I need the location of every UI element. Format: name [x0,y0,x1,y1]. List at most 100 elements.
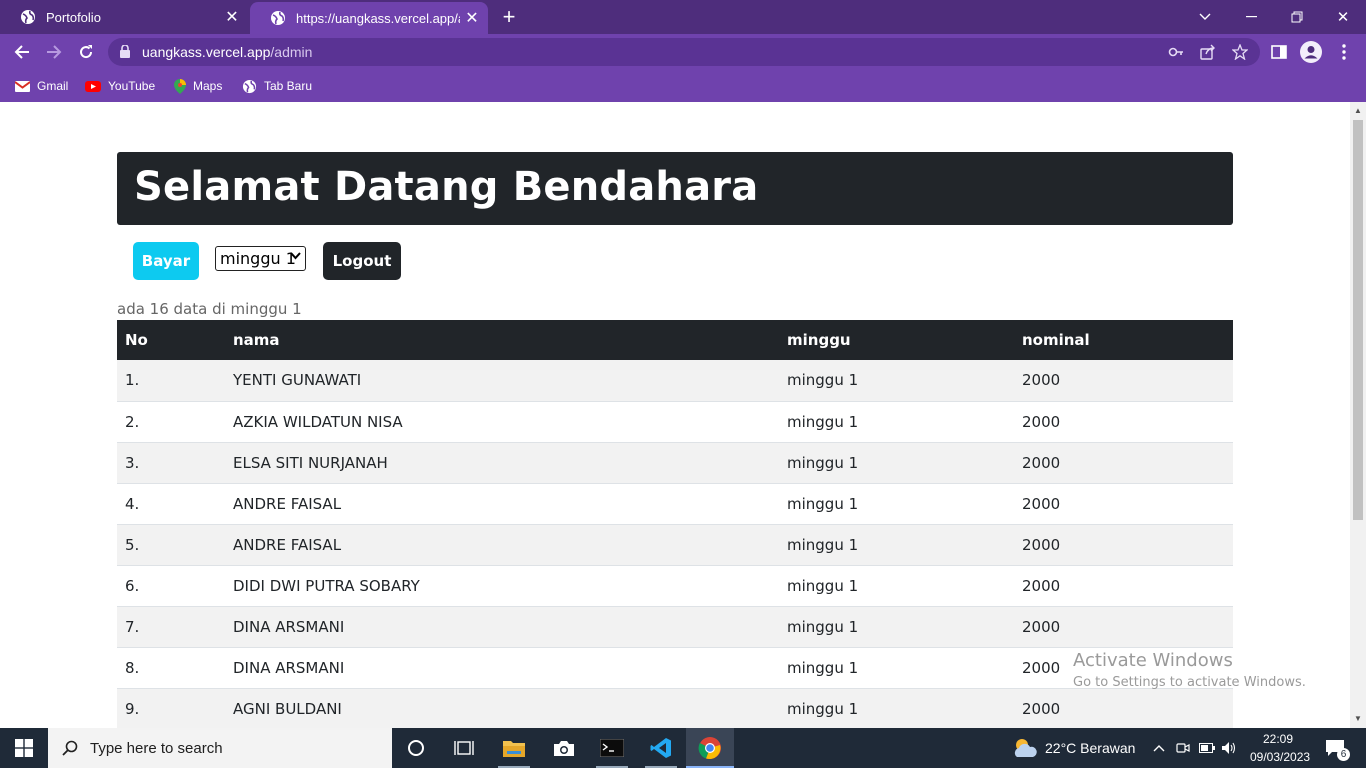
cell-minggu: minggu 1 [779,483,1014,525]
cell-minggu: minggu 1 [779,688,1014,728]
restore-button[interactable] [1274,0,1320,34]
youtube-icon [85,80,101,92]
cell-minggu: minggu 1 [779,565,1014,607]
column-header-nama: nama [225,320,779,360]
table-row: 9. AGNI BULDANI minggu 1 2000 [117,688,1233,728]
address-bar[interactable]: uangkass.vercel.app/admin [108,38,1260,66]
cell-no: 1. [117,360,225,402]
cell-nominal: 2000 [1014,483,1233,525]
logout-button[interactable]: Logout [323,242,401,280]
payments-table: No nama minggu nominal 1. YENTI GUNAWATI m… [117,320,1233,728]
cell-minggu: minggu 1 [779,606,1014,648]
tab-admin[interactable]: https://uangkass.vercel.app/admin ✕ [250,2,488,34]
cell-nominal: 2000 [1014,360,1233,402]
clock-date[interactable]: 09/03/2023 [1250,750,1310,764]
share-icon[interactable] [1200,44,1216,60]
cell-nama: ANDRE FAISAL [225,483,779,525]
scroll-down-arrow-icon[interactable]: ▼ [1354,714,1362,723]
bookmark-label: Gmail [37,79,69,93]
table-header-row: No nama minggu nominal [117,320,1233,360]
back-button[interactable] [7,37,37,67]
cell-nominal: 2000 [1014,401,1233,443]
week-select[interactable]: minggu 1 [215,246,306,271]
tab-strip: Portofolio ✕ https://uangkass.vercel.app… [0,0,1366,34]
cell-no: 6. [117,565,225,607]
battery-icon[interactable] [1198,728,1216,768]
scroll-up-arrow-icon[interactable]: ▲ [1354,106,1362,115]
data-count-text: ada 16 data di minggu 1 [117,300,302,318]
close-tab-icon[interactable]: ✕ [460,6,484,30]
watermark-subtitle: Go to Settings to activate Windows. [1073,675,1306,690]
meet-now-icon[interactable] [1174,728,1192,768]
weather-cloud-icon[interactable] [1010,728,1040,768]
forward-button[interactable] [39,37,69,67]
volume-icon[interactable] [1220,728,1238,768]
bookmark-gmail[interactable]: Gmail [15,76,68,96]
key-icon[interactable] [1168,44,1184,60]
windows-start-icon[interactable] [0,728,48,768]
cell-nama: DINA ARSMANI [225,606,779,648]
task-view-icon[interactable] [440,728,488,768]
minimize-button[interactable] [1228,0,1274,34]
tab-portofolio[interactable]: Portofolio ✕ [0,0,248,34]
table-row: 1. YENTI GUNAWATI minggu 1 2000 [117,360,1233,402]
vscode-icon[interactable] [637,728,685,768]
cortana-icon[interactable] [392,728,440,768]
cell-nominal: 2000 [1014,688,1233,728]
bookmark-maps[interactable]: Maps [174,76,222,96]
page-scrollbar[interactable]: ▲ ▼ [1350,102,1366,728]
url-path: /admin [270,44,313,60]
taskbar-search-input[interactable]: Type here to search [48,728,392,768]
watermark-title: Activate Windows [1073,650,1233,671]
scrollbar-thumb[interactable] [1353,120,1363,520]
column-header-minggu: minggu [779,320,1014,360]
search-placeholder: Type here to search [90,739,223,757]
column-header-no: No [117,320,225,360]
new-tab-button[interactable]: + [496,4,522,29]
cell-no: 5. [117,524,225,566]
bookmark-tab-baru[interactable]: Tab Baru [242,76,312,96]
cell-minggu: minggu 1 [779,360,1014,402]
bookmark-star-icon[interactable] [1232,44,1248,60]
clock-time[interactable]: 22:09 [1263,732,1293,746]
globe-icon [242,79,257,93]
camera-app-icon[interactable] [540,728,588,768]
weather-text[interactable]: 22°C Berawan [1045,740,1135,756]
cell-minggu: minggu 1 [779,524,1014,566]
cell-nama: DINA ARSMANI [225,647,779,689]
table-row: 5. ANDRE FAISAL minggu 1 2000 [117,524,1233,566]
cell-nominal: 2000 [1014,442,1233,484]
cell-nama: DIDI DWI PUTRA SOBARY [225,565,779,607]
cell-no: 8. [117,647,225,689]
bookmark-label: YouTube [108,79,156,93]
bookmark-label: Tab Baru [264,79,313,93]
cell-no: 7. [117,606,225,648]
kebab-menu-icon[interactable] [1332,40,1356,64]
chevron-up-icon[interactable] [1150,728,1168,768]
reload-button[interactable] [71,37,101,67]
close-window-button[interactable]: ✕ [1320,0,1366,34]
chrome-icon[interactable] [686,728,734,768]
bookmark-youtube[interactable]: YouTube [85,76,155,96]
chevron-down-icon [290,252,301,260]
file-explorer-icon[interactable] [490,728,538,768]
windows-taskbar: Type here to search 22°C Berawan 22:09 0… [0,728,1366,768]
tab-search-chevron-icon[interactable] [1182,0,1228,34]
bayar-button[interactable]: Bayar [133,242,199,280]
url-host: uangkass.vercel.app [142,44,271,60]
profile-avatar-icon[interactable] [1299,40,1323,64]
page-viewport: Selamat Datang Bendahara Bayar minggu 1 … [0,102,1350,728]
cell-no: 9. [117,688,225,728]
close-tab-icon[interactable]: ✕ [220,5,244,29]
gmail-icon [15,80,30,92]
table-row: 2. AZKIA WILDATUN NISA minggu 1 2000 [117,401,1233,443]
maps-pin-icon [174,78,186,94]
side-panel-icon[interactable] [1267,40,1291,64]
cell-nama: YENTI GUNAWATI [225,360,779,402]
notification-icon[interactable]: 6 [1320,728,1350,768]
globe-icon [271,11,285,25]
terminal-icon[interactable] [588,728,636,768]
browser-toolbar: uangkass.vercel.app/admin [0,34,1366,70]
column-header-nominal: nominal [1014,320,1233,360]
cell-no: 3. [117,442,225,484]
